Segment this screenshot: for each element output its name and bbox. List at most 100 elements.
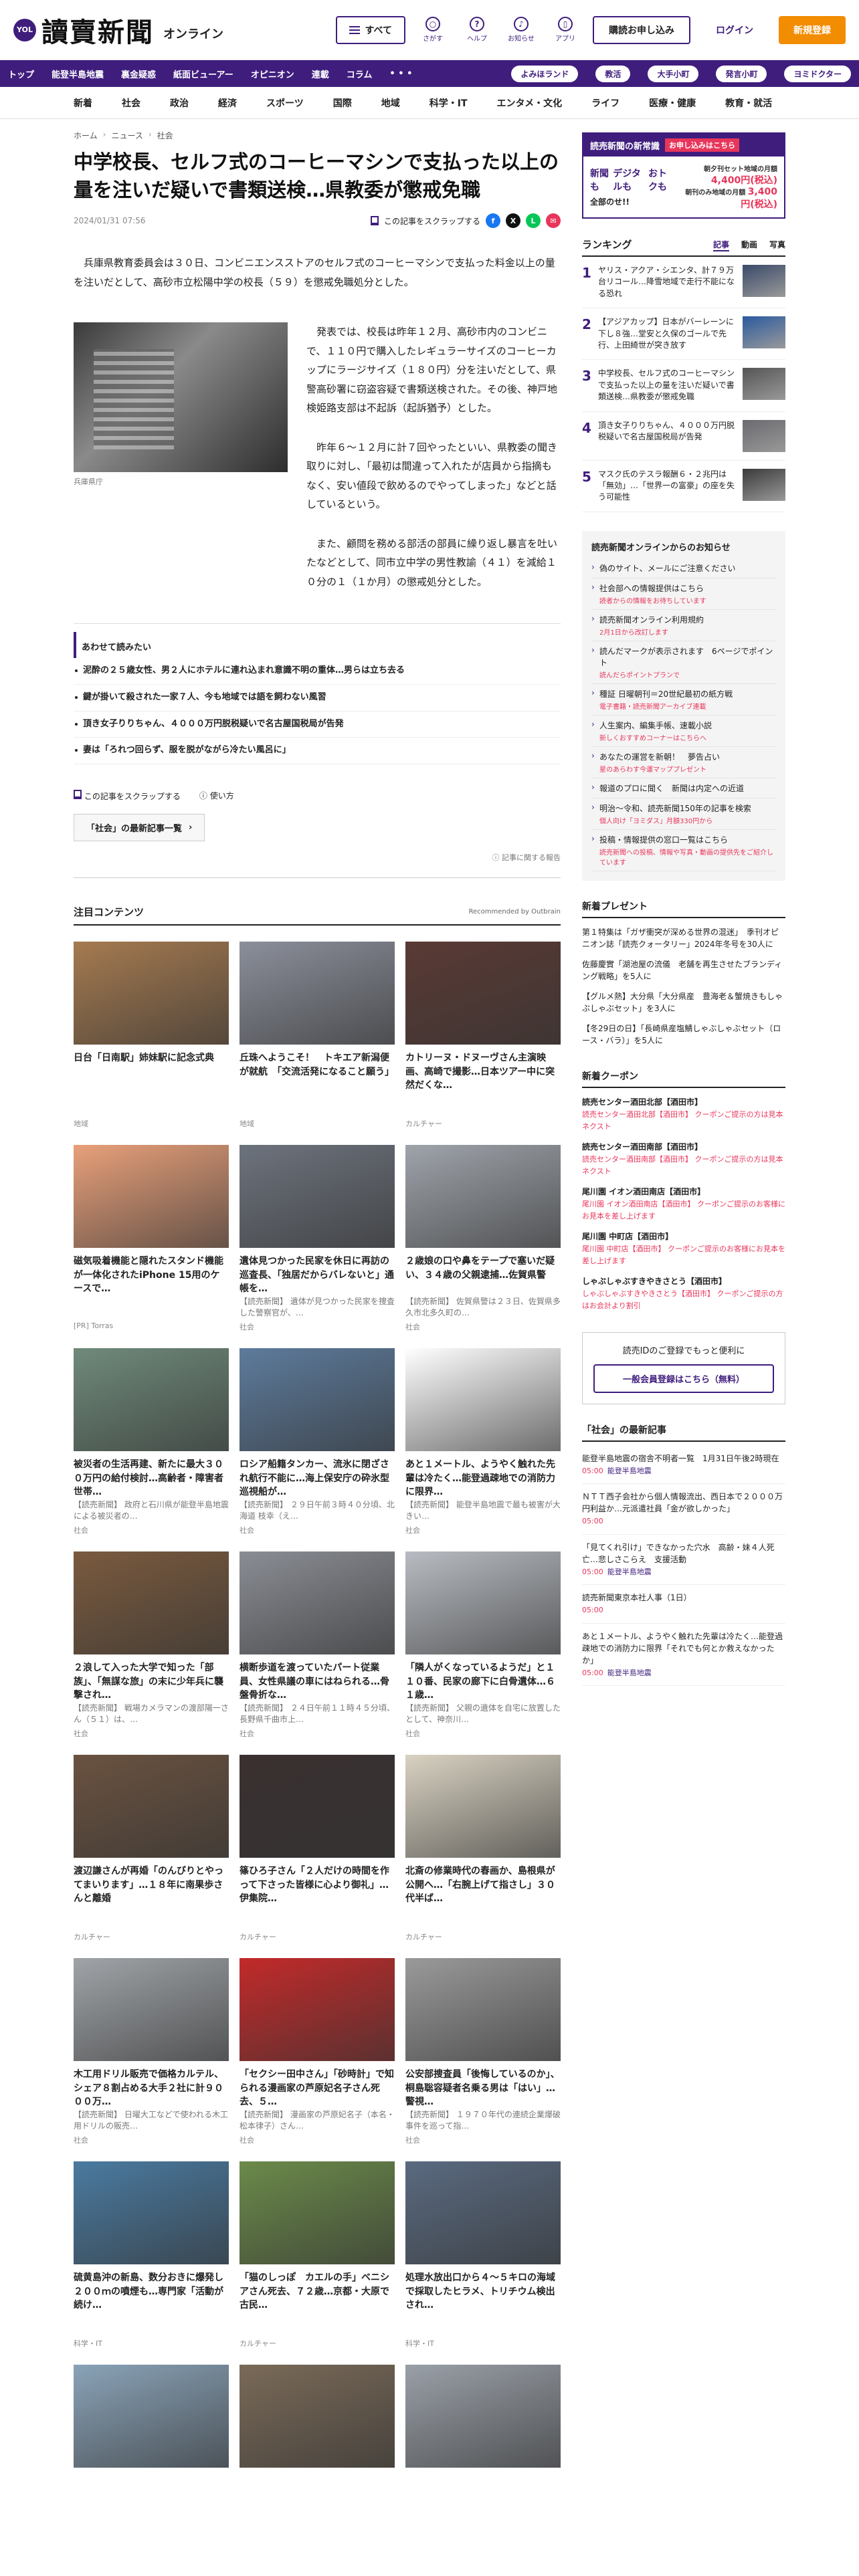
card-title[interactable]: カトリーヌ・ドヌーヴさん主演映画、高崎で撮影…日本ツアー中に突然だくな… (405, 1051, 561, 1093)
tool-help[interactable]: ? ヘルプ (460, 17, 494, 43)
rank-thumbnail[interactable] (743, 316, 785, 349)
notice-item[interactable]: 種証 日曜朝刊＝20世紀最初の紙方戦電子書籍・読売新聞アーカイブ連載 (591, 684, 776, 716)
featured-card[interactable]: カトリーヌ・ドヌーヴさん主演映画、高崎で撮影…日本ツアー中に突然だくな… カルチャ… (405, 942, 561, 1129)
rank-thumbnail[interactable] (743, 265, 785, 297)
tab-videos[interactable]: 動画 (741, 239, 757, 251)
present-item[interactable]: 佐藤慶實「湖池屋の流儀 老舗を再生させたブランディング戦略」を5人に (582, 954, 785, 986)
card-thumbnail[interactable] (74, 1551, 229, 1655)
card-thumbnail[interactable] (240, 942, 395, 1045)
mail-icon[interactable]: ✉ (546, 213, 561, 229)
ranking-item[interactable]: 5 マスク氏のテスラ報酬６・２兆円は「無効」…「世界一の富豪」の座を失う可能性 (582, 461, 785, 512)
card-title[interactable] (405, 2474, 561, 2516)
featured-card[interactable]: 遺体見つかった民家を休日に再訪の巡査長、「独居だからバレないと」通帳を… 【読売新… (240, 1145, 395, 1332)
related-link[interactable]: 妻は「ろれつ回らず、服を脱がながら冷たい風呂に」 (74, 738, 561, 765)
card-thumbnail[interactable] (405, 1348, 561, 1452)
card-title[interactable]: 木工用ドリル販売で価格カルテル、シェア８割占める大手２社に計９０００万… (74, 2068, 229, 2109)
nav-item[interactable]: 裏金疑惑 (121, 68, 156, 80)
notice-item[interactable]: あなたの運営を新朝！ 夢告占い星のあらわす今運マッププレゼント (591, 747, 776, 778)
card-title[interactable]: 磁気吸着機能と隠れたスタンド機能が一体化されたiPhone 15用のケースで… (74, 1255, 229, 1296)
featured-card[interactable] (74, 2365, 229, 2541)
latest-item[interactable]: あと１メートル、ようやく触れた先輩は冷たく…能登過疎地での消防力に限界「それでも… (582, 1624, 785, 1687)
outbrain-label[interactable]: Recommended by Outbrain (468, 908, 561, 916)
notice-item[interactable]: 人生案内、編集手帳、速載小説新しくおすすめコーナーはこちらへ (591, 716, 776, 747)
card-title[interactable]: 渡辺謙さんが再婚「のんびりとやってまいります」…１８年に南果歩さんと離婚 (74, 1864, 229, 1906)
card-thumbnail[interactable] (240, 1551, 395, 1655)
card-thumbnail[interactable] (240, 1348, 395, 1452)
card-title[interactable]: 公安部捜査員「後悔しているのか」、桐島聡容疑者名乗る男は「はい」…警視… (405, 2068, 561, 2109)
featured-card[interactable]: ロシア船籍タンカー、流氷に閉ざされ航行不能に…海上保安庁の砕氷型巡視船が… 【読売… (240, 1348, 395, 1535)
featured-card[interactable]: 公安部捜査員「後悔しているのか」、桐島聡容疑者名乗る男は「はい」…警視… 【読売新… (405, 1958, 561, 2145)
latest-item[interactable]: 能登半島地震の宿舎不明者一覧 1月31日午後2時現在 05:00 能登半島地震 (582, 1446, 785, 1485)
present-item[interactable]: 【冬29日の日】「長崎県産塩鯖しゃぶしゃぶセット（ロース・バラ）」を5人に (582, 1018, 785, 1051)
rank-thumbnail[interactable] (743, 419, 785, 452)
card-title[interactable]: 「隣人がくなっているようだ」と１１０番、民家の廊下に白骨遺体…６１歳… (405, 1661, 561, 1703)
featured-card[interactable]: 「隣人がくなっているようだ」と１１０番、民家の廊下に白骨遺体…６１歳… 【読売新聞… (405, 1551, 561, 1739)
rank-title[interactable]: マスク氏のテスラ報酬６・２兆円は「無効」…「世界一の富豪」の座を失う可能性 (598, 469, 737, 504)
card-thumbnail[interactable] (74, 1145, 229, 1249)
card-thumbnail[interactable] (240, 1145, 395, 1249)
nav-item[interactable]: 紙面ビューアー (173, 68, 233, 80)
category-item[interactable]: 政治 (170, 96, 189, 110)
category-item[interactable]: ライフ (591, 96, 619, 110)
notice-item[interactable]: 社会部への情報提供はこちら読者からの情報をお待ちしています (591, 578, 776, 610)
featured-card[interactable]: 硫黄島沖の新島、数分おきに爆発し２００ｍの噴煙も…専門家「活動が続け… 科学・IT (74, 2161, 229, 2349)
latest-item[interactable]: 読売新聞東京本社人事（1日） 05:00 (582, 1585, 785, 1624)
card-thumbnail[interactable] (240, 1958, 395, 2062)
tool-app[interactable]: ▯ アプリ (549, 17, 582, 43)
card-thumbnail[interactable] (405, 2161, 561, 2265)
category-item[interactable]: 医療・健康 (649, 96, 696, 110)
ranking-item[interactable]: 4 頂き女子りりちゃん、４０００万円脱税疑いで名古屋国税局が告発 (582, 412, 785, 461)
card-title[interactable]: 被災者の生活再建、新たに最大３００万円の給付検討…高齢者・障害者世帯… (74, 1458, 229, 1499)
nav-item[interactable]: トップ (8, 68, 34, 80)
nav-item[interactable]: コラム (347, 68, 373, 80)
present-item[interactable]: 第１特集は「ガザ衝突が深める世界の混迷」 季刊オピニオン誌「読売クォータリー」2… (582, 922, 785, 954)
card-thumbnail[interactable] (405, 1145, 561, 1249)
notice-item[interactable]: 投稿・情報提供の窓口一覧はこちら読売新聞への投稿、情報や写真・動画の提供先をご紹… (591, 830, 776, 871)
tab-articles[interactable]: 記事 (712, 239, 729, 251)
featured-card[interactable]: ２浪して入った大学で知った「部族」、「無謀な旅」の末に少年兵に襲撃され… 【読売新… (74, 1551, 229, 1739)
category-item[interactable]: スポーツ (266, 96, 304, 110)
card-thumbnail[interactable] (405, 1958, 561, 2062)
card-title[interactable] (74, 2474, 229, 2516)
card-title[interactable]: 北斎の修業時代の春画か、島根県が公開へ…「右腕上げて指さし」３０代半ば… (405, 1864, 561, 1906)
notice-item[interactable]: 偽のサイト、メールにご注意ください (591, 558, 776, 578)
x-icon[interactable]: X (506, 213, 520, 229)
scrap-action[interactable]: この記事をスクラップする (74, 790, 181, 802)
menu-button[interactable]: すべて (335, 15, 405, 44)
featured-card[interactable]: 「セクシー田中さん」「砂時計」で知られる漫画家の芦原妃名子さん死去、５… 【読売新… (240, 1958, 395, 2145)
featured-card[interactable]: 渡辺謙さんが再婚「のんびりとやってまいります」…１８年に南果歩さんと離婚 カルチャ… (74, 1755, 229, 1942)
coupon-item[interactable]: 尾川園 イオン酒田南店【酒田市】 尾川園 イオン酒田南店【酒田市】 クーポンご提示… (582, 1182, 785, 1226)
register-button[interactable]: 新規登録 (779, 15, 846, 44)
tab-photos[interactable]: 写真 (769, 239, 785, 251)
featured-card[interactable]: 「猫のしっぽ カエルの手」ベニシアさん死去、７２歳…京都・大原で古民… カルチャー (240, 2161, 395, 2349)
featured-card[interactable]: 丘珠へようこそ！ トキエア新潟便が就航 「交流活発になること願う」 地域 (240, 942, 395, 1129)
rank-title[interactable]: ヤリス・アクア・シエンタ、計７９万台リコール…降雪地域で走行不能になる恐れ (598, 265, 737, 300)
related-link[interactable]: 鍵が掛いて殺された一家７人、今も地域では語を飼わない風習 (74, 685, 561, 712)
scrap-link[interactable]: この記事をスクラップする (384, 215, 480, 227)
card-thumbnail[interactable] (405, 942, 561, 1045)
breadcrumb-home[interactable]: ホーム (74, 130, 98, 141)
breadcrumb-society[interactable]: 社会 (157, 130, 173, 141)
rank-thumbnail[interactable] (743, 368, 785, 401)
latest-item[interactable]: ＮＴＴ西子会社から個人情報流出、西日本で２０００万円利益か…元派遣社員「金が欲し… (582, 1484, 785, 1535)
nav-item[interactable]: 連載 (312, 68, 329, 80)
nav-pill[interactable]: 教活 (595, 65, 631, 82)
notice-item[interactable]: 報道のプロに聞く 新聞は内定への近道 (591, 778, 776, 798)
featured-card[interactable] (240, 2365, 395, 2541)
card-thumbnail[interactable] (74, 1755, 229, 1858)
featured-card[interactable]: 被災者の生活再建、新たに最大３００万円の給付検討…高齢者・障害者世帯… 【読売新聞… (74, 1348, 229, 1535)
notice-item[interactable]: 明治～令和、読売新聞150年の記事を検索個人向け「ヨミダス」月額330円から (591, 798, 776, 830)
tool-notice[interactable]: ♪ お知らせ (504, 17, 538, 43)
nav-item[interactable]: 能登半島地震 (52, 68, 104, 80)
coupon-item[interactable]: しゃぶしゃぶすきやきさとう【酒田市】 しゃぶしゃぶすきやきさとう【酒田市】 クーポ… (582, 1271, 785, 1316)
card-title[interactable]: 「猫のしっぽ カエルの手」ベニシアさん死去、７２歳…京都・大原で古民… (240, 2271, 395, 2313)
card-thumbnail[interactable] (240, 2365, 395, 2468)
report-link[interactable]: ⓘ 記事に関する報告 (74, 852, 561, 879)
featured-card[interactable]: 日台「日南駅」姉妹駅に記念式典 地域 (74, 942, 229, 1129)
card-title[interactable]: ２浪して入った大学で知った「部族」、「無謀な旅」の末に少年兵に襲撃され… (74, 1661, 229, 1703)
card-thumbnail[interactable] (240, 2161, 395, 2265)
latest-articles-button[interactable]: 「社会」の最新記事一覧 › (74, 814, 205, 842)
category-item[interactable]: 科学・IT (430, 96, 468, 110)
card-title[interactable] (240, 2474, 395, 2516)
subscribe-button[interactable]: 購読お申し込み (593, 15, 690, 44)
